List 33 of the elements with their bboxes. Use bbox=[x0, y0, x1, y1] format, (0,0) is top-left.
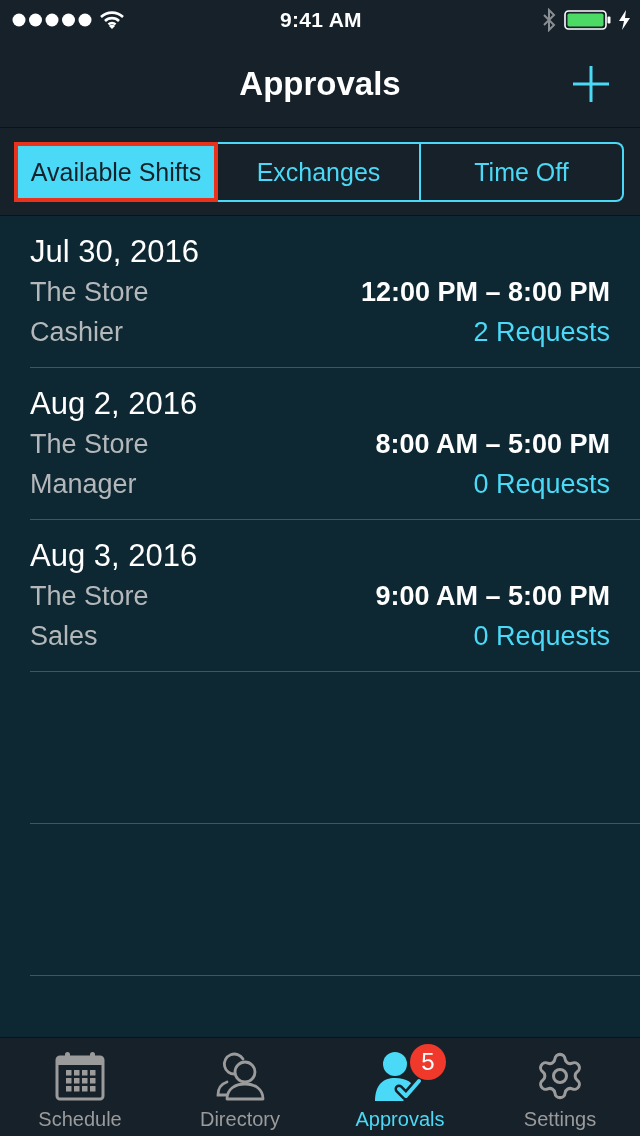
tab-bar-item[interactable]: Schedule bbox=[0, 1038, 160, 1136]
plus-icon bbox=[572, 64, 610, 103]
nav-title: Approvals bbox=[239, 64, 401, 103]
shift-location: The Store bbox=[30, 580, 150, 612]
shift-role: Manager bbox=[30, 468, 138, 500]
battery-icon bbox=[564, 10, 611, 30]
shift-time: 8:00 AM – 5:00 PM bbox=[375, 428, 610, 460]
charging-icon bbox=[619, 10, 630, 30]
shift-date: Aug 2, 2016 bbox=[30, 386, 199, 422]
shift-role: Cashier bbox=[30, 316, 125, 348]
request-count: 2 Requests bbox=[473, 316, 610, 348]
shift-location: The Store bbox=[30, 276, 150, 308]
calendar-icon bbox=[54, 1051, 106, 1101]
notification-badge: 5 bbox=[410, 1044, 446, 1080]
status-time: 9:41 AM bbox=[280, 8, 362, 32]
add-button[interactable] bbox=[572, 64, 610, 103]
tab-bar-item[interactable]: 5 Approvals bbox=[320, 1038, 480, 1136]
segment-tab[interactable]: Exchanges bbox=[218, 142, 421, 202]
request-count: 0 Requests bbox=[473, 620, 610, 652]
tab-bar-item[interactable]: Settings bbox=[480, 1038, 640, 1136]
segment-tab[interactable]: Time Off bbox=[421, 142, 624, 202]
request-count: 0 Requests bbox=[473, 468, 610, 500]
shift-time: 12:00 PM – 8:00 PM bbox=[360, 276, 610, 308]
wifi-icon bbox=[100, 11, 124, 29]
shift-date: Jul 30, 2016 bbox=[30, 234, 200, 270]
shift-time: 9:00 AM – 5:00 PM bbox=[375, 580, 610, 612]
segment-tab[interactable]: Available Shifts bbox=[14, 142, 218, 202]
shift-role: Sales bbox=[30, 620, 99, 652]
shift-location: The Store bbox=[30, 428, 150, 460]
signal-icon bbox=[12, 13, 92, 27]
tab-bar-item[interactable]: Directory bbox=[160, 1038, 320, 1136]
shift-date: Aug 3, 2016 bbox=[30, 538, 199, 574]
bluetooth-icon bbox=[542, 8, 556, 32]
